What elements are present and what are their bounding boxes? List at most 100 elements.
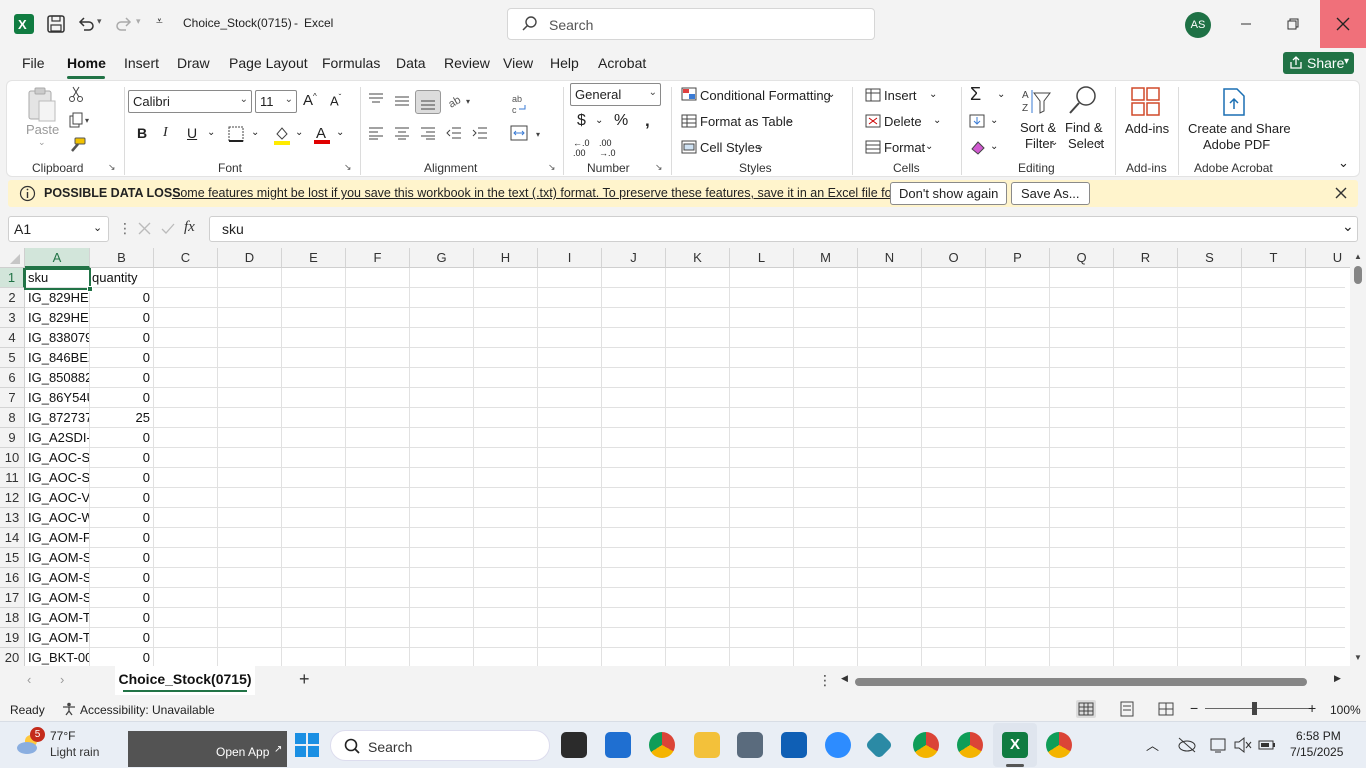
select-all-button[interactable] [0, 248, 25, 268]
orientation-icon[interactable]: ab ▾ [447, 92, 475, 108]
zoom-in-icon[interactable]: + [1308, 700, 1316, 716]
add-ins-icon[interactable] [1131, 87, 1161, 117]
align-left-icon[interactable] [368, 126, 384, 140]
merge-center-icon[interactable]: ▾ [510, 125, 544, 141]
format-cells-button[interactable]: Format [884, 140, 925, 155]
cell-b16[interactable]: 0 [92, 568, 150, 588]
avatar[interactable]: AS [1185, 12, 1211, 38]
find-select-icon[interactable] [1067, 85, 1099, 115]
column-header-i[interactable]: I [538, 248, 602, 268]
sync-icon[interactable] [1177, 736, 1197, 754]
scroll-down-icon[interactable]: ▼ [1354, 653, 1362, 662]
fill-dropdown-icon[interactable]: ⌄ [990, 115, 998, 126]
autosum-icon[interactable]: Σ [970, 84, 981, 105]
cell-styles-button[interactable]: Cell Styles [700, 140, 761, 155]
column-header-m[interactable]: M [794, 248, 858, 268]
calculator-icon[interactable] [737, 732, 763, 758]
number-format-select[interactable]: General ⌄ [570, 83, 661, 106]
sheet-tab-active[interactable]: Choice_Stock(0715) [115, 666, 255, 695]
cell-b20[interactable]: 0 [92, 648, 150, 666]
cell-b14[interactable]: 0 [92, 528, 150, 548]
align-center-icon[interactable] [394, 126, 410, 140]
font-size-select[interactable]: 11 ⌄ [255, 90, 297, 113]
normal-view-icon[interactable] [1076, 700, 1096, 718]
zoom-slider-track[interactable] [1205, 708, 1309, 709]
cell-b13[interactable]: 0 [92, 508, 150, 528]
customize-qat-icon[interactable]: ⩡ [156, 14, 163, 29]
column-header-t[interactable]: T [1242, 248, 1306, 268]
column-header-k[interactable]: K [666, 248, 730, 268]
cut-icon[interactable] [68, 86, 84, 102]
row-header-15[interactable]: 15 [0, 548, 25, 568]
cell-b2[interactable]: 0 [92, 288, 150, 308]
percent-icon[interactable]: % [614, 112, 628, 130]
column-header-f[interactable]: F [346, 248, 410, 268]
column-header-a[interactable]: A [25, 248, 90, 268]
column-header-r[interactable]: R [1114, 248, 1178, 268]
row-header-7[interactable]: 7 [0, 388, 25, 408]
zoom-app-icon[interactable] [825, 732, 851, 758]
cell-b8[interactable]: 25 [92, 408, 150, 428]
column-header-l[interactable]: L [730, 248, 794, 268]
tab-insert[interactable]: Insert [124, 55, 159, 71]
cell-b4[interactable]: 0 [92, 328, 150, 348]
cell-b7[interactable]: 0 [92, 388, 150, 408]
cell-a5[interactable]: IG_846BE2 [28, 348, 89, 368]
add-ins-label[interactable]: Add-ins [1125, 121, 1169, 136]
tab-view[interactable]: View [503, 55, 533, 71]
tab-formulas[interactable]: Formulas [322, 55, 380, 71]
formula-input[interactable]: sku [209, 216, 1358, 242]
cell-a17[interactable]: IG_AOM-S [28, 588, 89, 608]
cell-b19[interactable]: 0 [92, 628, 150, 648]
cell-b6[interactable]: 0 [92, 368, 150, 388]
decrease-decimal-icon[interactable]: .00 →.0 [599, 138, 616, 158]
scroll-left-icon[interactable]: ◀ [841, 673, 848, 684]
vertical-scrollbar[interactable]: ▲ ▼ [1350, 248, 1366, 666]
number-launcher-icon[interactable]: ↘ [655, 162, 663, 173]
cell-a4[interactable]: IG_838079 [28, 328, 89, 348]
row-header-16[interactable]: 16 [0, 568, 25, 588]
row-header-2[interactable]: 2 [0, 288, 25, 308]
fill-handle[interactable] [87, 286, 93, 292]
tab-home[interactable]: Home [67, 55, 106, 71]
horizontal-scroll-thumb[interactable] [855, 678, 1307, 686]
zoom-level[interactable]: 100% [1330, 703, 1361, 717]
next-sheet-icon[interactable]: › [60, 672, 64, 687]
store-icon[interactable] [605, 732, 631, 758]
tab-draw[interactable]: Draw [177, 55, 210, 71]
autosum-dropdown-icon[interactable]: ⌄ [997, 89, 1005, 100]
network-icon[interactable] [1209, 736, 1229, 754]
copy-icon[interactable]: ▾ [68, 112, 92, 128]
close-button[interactable] [1320, 0, 1366, 48]
column-header-p[interactable]: P [986, 248, 1050, 268]
zoom-slider-thumb[interactable] [1252, 702, 1257, 715]
paste-icon[interactable] [25, 87, 59, 123]
row-header-6[interactable]: 6 [0, 368, 25, 388]
cell-b10[interactable]: 0 [92, 448, 150, 468]
font-color-icon[interactable]: A [313, 124, 331, 145]
name-box[interactable]: A1 ⌄ [8, 216, 109, 242]
underline-dropdown-icon[interactable]: ⌄ [207, 127, 215, 138]
clipboard-launcher-icon[interactable]: ↘ [108, 162, 116, 173]
outlook-icon[interactable] [781, 732, 807, 758]
row-header-11[interactable]: 11 [0, 468, 25, 488]
notification-message-link[interactable]: Some features might be lost if you save … [172, 186, 920, 200]
cell-a20[interactable]: IG_BKT-00 [28, 648, 89, 666]
column-header-j[interactable]: J [602, 248, 666, 268]
taskbar-search-box[interactable]: Search [330, 730, 550, 761]
tab-acrobat[interactable]: Acrobat [598, 55, 646, 71]
column-header-c[interactable]: C [154, 248, 218, 268]
insert-function-icon[interactable]: fx [184, 219, 195, 236]
increase-font-icon[interactable]: A^ [303, 92, 317, 109]
column-header-u[interactable]: U [1306, 248, 1350, 268]
cell-a10[interactable]: IG_AOC-S: [28, 448, 89, 468]
cell-b18[interactable]: 0 [92, 608, 150, 628]
font-color-dropdown-icon[interactable]: ⌄ [336, 127, 344, 138]
borders-icon[interactable] [228, 126, 244, 142]
fill-color-dropdown-icon[interactable]: ⌄ [295, 127, 303, 138]
app-diamond-icon[interactable] [864, 730, 894, 760]
add-sheet-icon[interactable]: + [299, 669, 310, 690]
cell-a2[interactable]: IG_829HE1 [28, 288, 89, 308]
file-explorer-icon[interactable] [694, 732, 720, 758]
dont-show-again-button[interactable]: Don't show again [890, 182, 1008, 205]
